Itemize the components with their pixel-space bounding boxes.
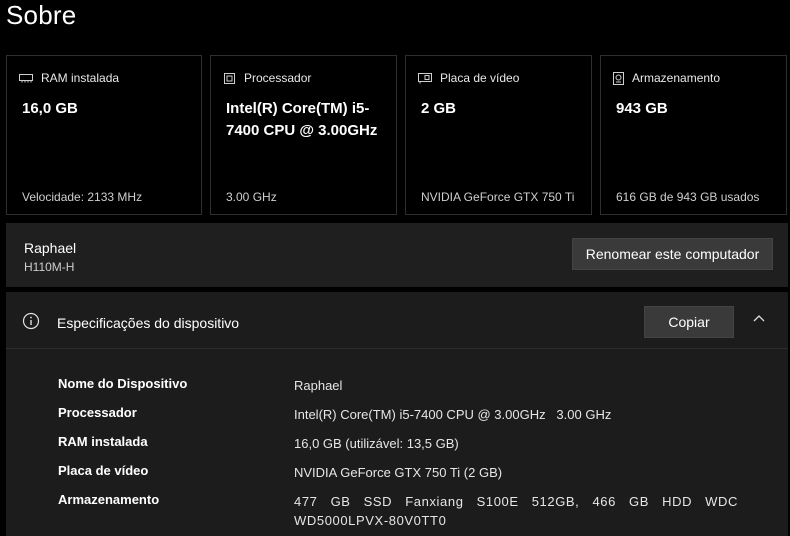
spec-value: 477 GB SSD Fanxiang S100E 512GB, 466 GB … [294, 494, 738, 528]
processor-card-speed: 3.00 GHz [226, 190, 277, 204]
storage-card-label: Armazenamento [632, 71, 721, 85]
device-specs-header[interactable]: Especificações do dispositivo Copiar [6, 292, 788, 349]
gpu-card: Placa de vídeo 2 GB NVIDIA GeForce GTX 7… [405, 55, 592, 215]
ram-card-label: RAM instalada [41, 71, 120, 85]
spec-key: Processador [58, 405, 137, 420]
gpu-icon [418, 73, 432, 84]
info-icon [22, 312, 40, 330]
storage-icon [613, 71, 624, 85]
storage-card-header: Armazenamento [613, 71, 720, 85]
gpu-card-header: Placa de vídeo [418, 71, 519, 85]
storage-card-usage: 616 GB de 943 GB usados [616, 190, 760, 204]
copy-specs-button[interactable]: Copiar [644, 306, 734, 338]
rename-computer-button[interactable]: Renomear este computador [572, 238, 773, 270]
device-specs-panel: Especificações do dispositivo Copiar Nom… [6, 292, 788, 536]
computer-name: Raphael [24, 240, 77, 256]
ram-card: RAM instalada 16,0 GB Velocidade: 2133 M… [6, 55, 202, 215]
spec-value: NVIDIA GeForce GTX 750 Ti (2 GB) [294, 465, 503, 480]
spec-value: Intel(R) Core(TM) i5-7400 CPU @ 3.00GHz … [294, 407, 612, 422]
processor-card-label: Processador [244, 71, 312, 85]
spec-key: Nome do Dispositivo [58, 376, 188, 391]
ram-card-speed: Velocidade: 2133 MHz [22, 190, 143, 204]
spec-value: 16,0 GB (utilizável: 13,5 GB) [294, 436, 459, 451]
spec-value: Raphael [294, 378, 343, 393]
gpu-card-value: 2 GB [421, 100, 457, 117]
ram-card-value: 16,0 GB [22, 100, 78, 117]
page-title: Sobre [6, 0, 77, 30]
processor-card: Processador Intel(R) Core(TM) i5-7400 CP… [210, 55, 397, 215]
ram-card-header: RAM instalada [19, 71, 119, 85]
spec-key: Armazenamento [58, 492, 160, 507]
gpu-card-label: Placa de vídeo [440, 71, 520, 85]
ram-icon [19, 74, 33, 83]
device-specs-title: Especificações do dispositivo [57, 315, 240, 331]
computer-name-panel: Raphael H110M-H Renomear este computador [6, 223, 788, 287]
chevron-up-icon[interactable] [752, 312, 766, 326]
storage-card: Armazenamento 943 GB 616 GB de 943 GB us… [600, 55, 787, 215]
storage-card-value: 943 GB [616, 100, 668, 117]
spec-key: RAM instalada [58, 434, 148, 449]
processor-card-header: Processador [223, 71, 311, 85]
spec-key: Placa de vídeo [58, 463, 149, 478]
computer-model: H110M-H [24, 260, 75, 274]
processor-icon [224, 72, 235, 84]
gpu-card-model: NVIDIA GeForce GTX 750 Ti [421, 190, 575, 204]
processor-card-value: Intel(R) Core(TM) i5-7400 CPU @ 3.00GHz [226, 100, 378, 139]
